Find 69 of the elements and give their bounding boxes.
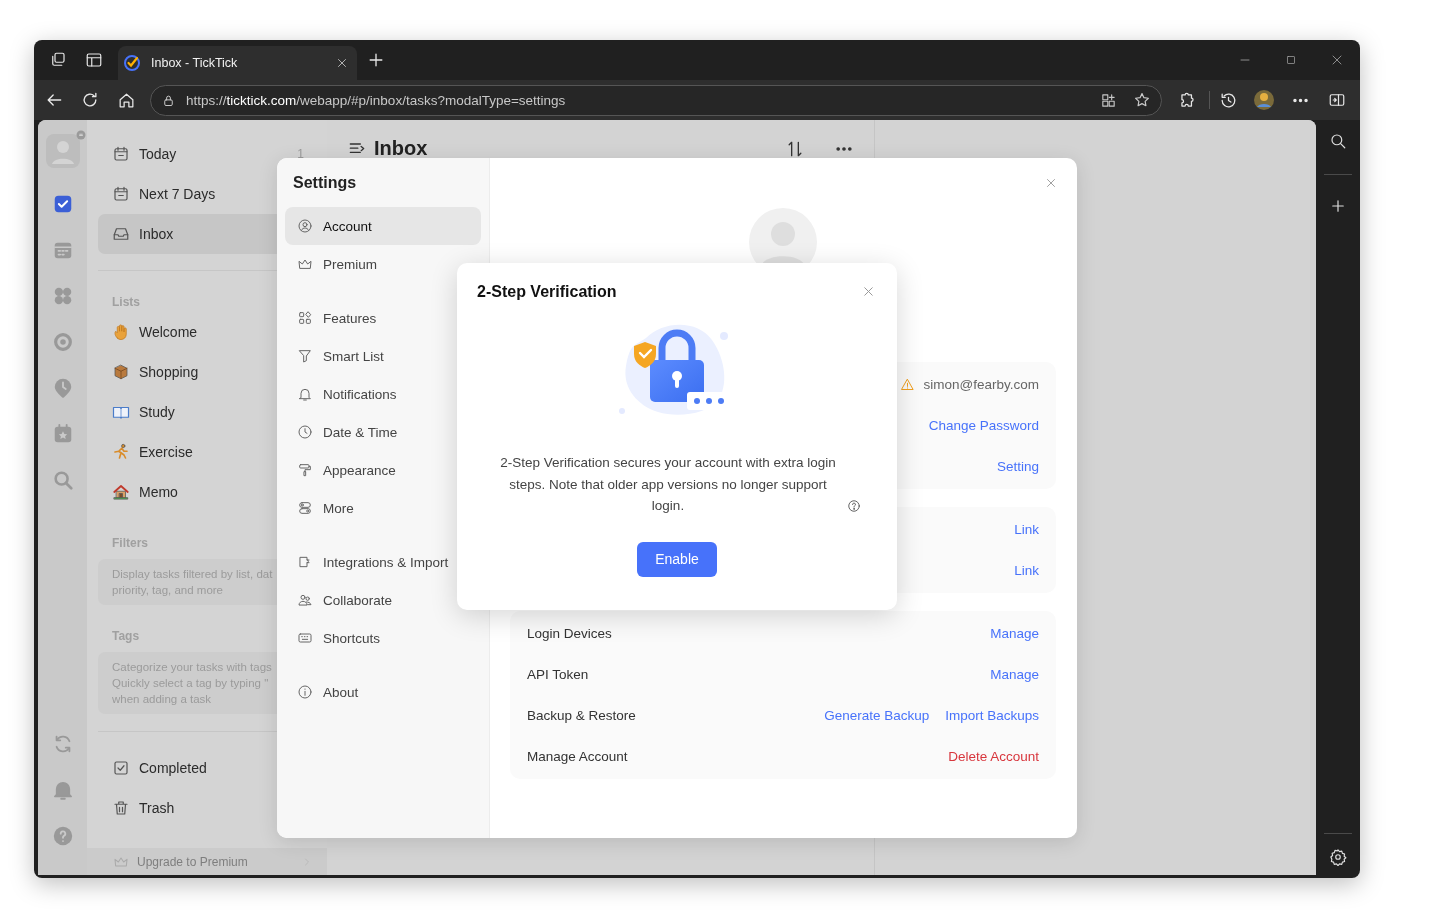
grid-icon: [297, 310, 313, 326]
plug-icon: [297, 554, 313, 570]
list-item[interactable]: Exercise: [98, 432, 316, 472]
trash-icon: [112, 799, 130, 817]
toggles-icon: [297, 500, 313, 516]
calendar-icon: [112, 185, 130, 203]
clock-icon: [297, 424, 313, 440]
keyboard-icon: [297, 630, 313, 646]
box-icon: [112, 363, 130, 381]
bell-icon: [297, 386, 313, 402]
dialog-title: 2-Step Verification: [477, 283, 617, 300]
plus-icon[interactable]: [1329, 197, 1347, 215]
maximize-icon[interactable]: [1284, 53, 1298, 67]
settings-nav-item[interactable]: Account: [285, 207, 481, 245]
people-icon: [297, 592, 313, 608]
row-label: API Token: [527, 667, 589, 682]
link[interactable]: Setting: [996, 459, 1039, 474]
sidebar-item[interactable]: Today 1: [98, 134, 316, 174]
delete-link[interactable]: Delete Account: [948, 749, 1039, 764]
funnel-icon: [297, 348, 313, 364]
link[interactable]: Manage: [990, 626, 1039, 641]
dialog-text: 2-Step Verification secures your account with extra login steps. Note that older app versions no longer support login.: [499, 454, 837, 515]
link[interactable]: Import Backups: [945, 708, 1039, 723]
info-icon: [297, 684, 313, 700]
link[interactable]: Manage: [990, 667, 1039, 682]
settings-icon[interactable]: [1329, 848, 1347, 866]
calendar-icon: [112, 145, 130, 163]
search-icon[interactable]: [1329, 132, 1347, 150]
account-icon: [297, 218, 313, 234]
checkbox-icon: [112, 759, 130, 777]
settings-nav-item[interactable]: About: [285, 673, 481, 711]
workspaces-icon[interactable]: [49, 51, 67, 69]
paint-roller-icon: [297, 462, 313, 478]
settings-nav-item[interactable]: Shortcuts: [285, 619, 481, 657]
row-label: Backup & Restore: [527, 708, 636, 723]
sidebar-item[interactable]: Trash: [98, 788, 316, 828]
warning-icon: [899, 377, 915, 392]
list-item[interactable]: Memo: [98, 472, 316, 512]
hand-icon: [112, 323, 130, 341]
link[interactable]: Change Password: [928, 418, 1039, 433]
list-item[interactable]: Welcome: [98, 312, 316, 352]
list-item[interactable]: Shopping: [98, 352, 316, 392]
lock-icon: [161, 92, 176, 108]
row-label: Login Devices: [527, 626, 612, 641]
browser-tab[interactable]: Inbox - TickTick: [118, 46, 357, 80]
house-icon: [112, 483, 130, 501]
link[interactable]: Generate Backup: [824, 708, 930, 723]
inbox-icon: [112, 225, 130, 243]
profile-avatar-icon[interactable]: [1253, 89, 1275, 111]
help-icon[interactable]: [847, 498, 861, 513]
page-title: Inbox: [374, 137, 428, 160]
sidebar-item[interactable]: Completed: [98, 748, 316, 788]
close-icon[interactable]: [861, 284, 876, 299]
row-label: Manage Account: [527, 749, 628, 764]
enable-button[interactable]: Enable: [637, 541, 717, 577]
link[interactable]: Link: [1014, 522, 1039, 537]
sidebar-icon[interactable]: [1328, 91, 1346, 109]
tab-list-icon[interactable]: [85, 51, 103, 69]
address-field[interactable]: https://ticktick.com/webapp/#p/inbox/tasks?modalType=settings: [150, 84, 1162, 116]
close-icon[interactable]: [335, 56, 349, 70]
favicon-icon: [124, 55, 140, 71]
runner-icon: [112, 443, 130, 461]
email-text: simon@fearby.com: [923, 377, 1039, 392]
apps-icon[interactable]: [1100, 91, 1117, 109]
task-count: 1: [297, 147, 304, 161]
list-item[interactable]: Study: [98, 392, 316, 432]
favorite-star-icon[interactable]: [1133, 91, 1151, 109]
settings-title: Settings: [292, 173, 358, 193]
link[interactable]: Link: [1014, 563, 1039, 578]
